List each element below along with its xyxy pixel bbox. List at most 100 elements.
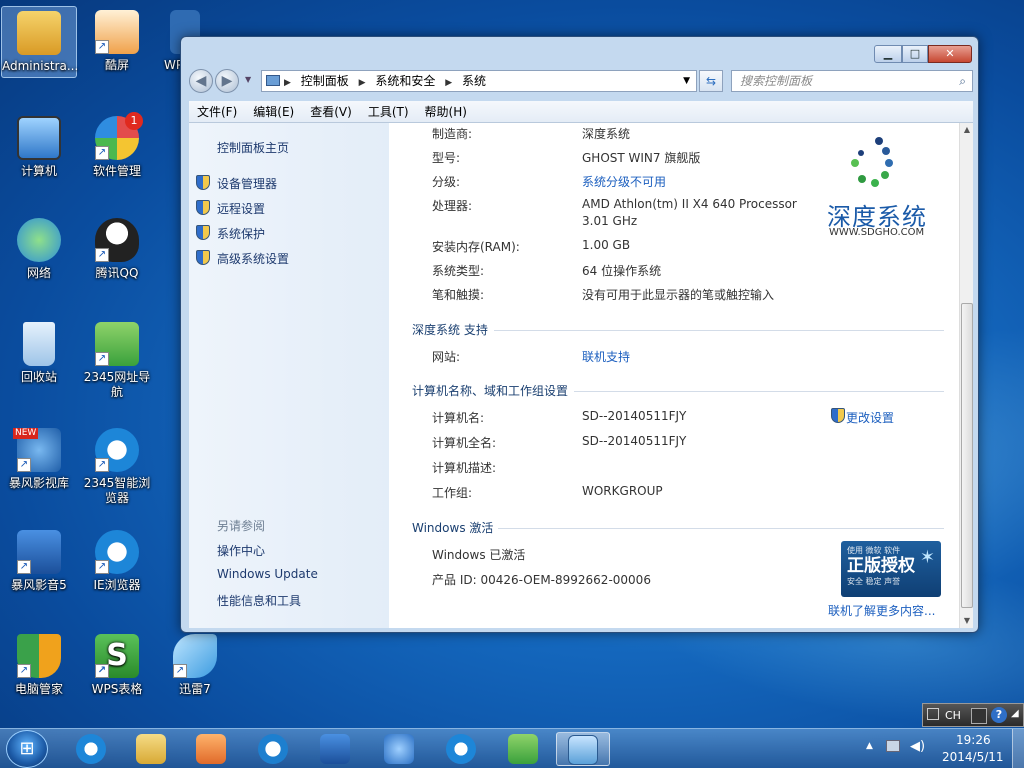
history-dropdown-icon[interactable]: ▼ [245, 75, 251, 84]
search-icon[interactable]: ⌕ [959, 71, 966, 91]
desktop-icon-qq[interactable]: ↗ 腾讯QQ [79, 214, 155, 281]
clock-time[interactable]: 19:26 [956, 733, 991, 747]
ie-browser-icon: ↗ [95, 428, 139, 472]
desktop-icon-administrator[interactable]: Administra... [1, 6, 78, 78]
maximize-button[interactable]: □ [902, 45, 928, 63]
divider [498, 528, 944, 529]
taskbar-app-explorer[interactable] [124, 732, 178, 766]
ime-icon[interactable] [971, 708, 987, 724]
menu-view[interactable]: 查看(V) [302, 101, 360, 123]
windows-update-link[interactable]: Windows Update [217, 567, 318, 581]
menu-file[interactable]: 文件(F) [189, 101, 245, 123]
online-support-link[interactable]: 联机支持 [582, 348, 630, 365]
breadcrumb-arrow-icon[interactable]: ▶ [359, 78, 366, 88]
activation-status: Windows 已激活 [432, 548, 526, 562]
back-button[interactable]: ◀ [189, 69, 213, 93]
system-tray: ▲ ◀) 19:26 2014/5/11 [866, 729, 1024, 768]
vertical-scrollbar[interactable]: ▲ ▼ [959, 123, 973, 628]
start-button[interactable]: ⊞ [6, 730, 48, 768]
taskbar-app-ie2[interactable] [434, 732, 488, 766]
tray-expand-icon[interactable]: ▲ [866, 741, 873, 751]
ram-label: 安装内存(RAM): [432, 240, 520, 254]
desktop-icon-network[interactable]: 网络 [1, 214, 77, 281]
device-manager-link[interactable]: 设备管理器 [217, 175, 277, 192]
volume-icon[interactable]: ◀) [910, 739, 925, 754]
network-error-icon[interactable] [886, 740, 900, 752]
content-area: 控制面板主页 设备管理器 远程设置 系统保护 高级系统设置 另请参阅 操作中心 … [189, 123, 973, 628]
minimize-button[interactable]: ▁ [874, 45, 902, 63]
scroll-down-icon[interactable]: ▼ [960, 614, 973, 628]
baofeng-library-icon: NEW ↗ [13, 428, 61, 472]
search-placeholder: 搜索控制面板 [740, 74, 813, 88]
show-desktop-button[interactable] [1012, 729, 1024, 768]
desktop-icon-2345-nav[interactable]: ↗ 2345网址导航 [79, 318, 155, 400]
clock-date[interactable]: 2014/5/11 [942, 750, 1004, 764]
desktop-icon-wps-sheet[interactable]: S ↗ WPS表格 [79, 630, 155, 697]
breadcrumb-arrow-icon[interactable]: ▶ [284, 78, 291, 88]
2345-nav-icon: ↗ [95, 322, 139, 366]
address-dropdown-icon[interactable]: ▼ [683, 71, 690, 91]
breadcrumb-control-panel[interactable]: 控制面板 [301, 74, 349, 88]
desktop-icon-baofeng-library[interactable]: NEW ↗ 暴风影视库 [1, 424, 77, 491]
minimize-langbar-icon[interactable]: ◢ [1011, 708, 1019, 719]
desktop-icon-recycle-bin[interactable]: 回收站 [1, 318, 77, 385]
learn-more-link[interactable]: 联机了解更多内容... [828, 602, 935, 619]
help-icon[interactable]: ? [991, 707, 1007, 723]
wps-sheet-icon: S ↗ [95, 634, 139, 678]
processor-value: AMD Athlon(tm) II X4 640 Processor [582, 197, 797, 211]
scroll-thumb[interactable] [961, 303, 973, 608]
action-center-link[interactable]: 操作中心 [217, 542, 265, 559]
media-player-icon [196, 734, 226, 764]
remote-settings-link[interactable]: 远程设置 [217, 200, 265, 217]
support-section-heading: 深度系统 支持 [412, 321, 944, 338]
breadcrumb-system-security[interactable]: 系统和安全 [375, 74, 435, 88]
desktop-icon-baofeng5[interactable]: ↗ 暴风影音5 [1, 526, 77, 593]
full-name-label: 计算机全名: [432, 436, 497, 450]
shortcut-arrow-icon: ↗ [95, 40, 109, 54]
desktop-icon-label: 软件管理 [92, 164, 141, 178]
desktop-icon-pc-manager[interactable]: ↗ 电脑管家 [1, 630, 77, 697]
search-input[interactable]: 搜索控制面板 ⌕ [731, 70, 973, 92]
performance-info-link[interactable]: 性能信息和工具 [217, 592, 301, 609]
divider [494, 330, 944, 331]
desktop-icon-ie[interactable]: ↗ IE浏览器 [79, 526, 155, 593]
breadcrumb-arrow-icon[interactable]: ▶ [445, 78, 452, 88]
title-bar[interactable]: ▁ □ ✕ [181, 37, 978, 65]
manufacturer-label: 制造商: [432, 127, 473, 141]
advanced-settings-link[interactable]: 高级系统设置 [217, 250, 289, 267]
close-button[interactable]: ✕ [928, 45, 972, 63]
taskbar-app-kuaibo[interactable] [246, 732, 300, 766]
change-settings-link[interactable]: 更改设置 [846, 409, 894, 426]
menu-tools[interactable]: 工具(T) [360, 101, 417, 123]
language-indicator[interactable]: CH [945, 709, 961, 722]
taskbar-app-baofeng[interactable] [308, 732, 362, 766]
rating-link[interactable]: 系统分级不可用 [582, 173, 666, 190]
breadcrumb-system[interactable]: 系统 [462, 74, 486, 88]
control-panel-home-link[interactable]: 控制面板主页 [217, 139, 289, 156]
system-protection-link[interactable]: 系统保护 [217, 225, 265, 242]
forward-button[interactable]: ▶ [215, 69, 239, 93]
taskbar-app-control-panel[interactable] [556, 732, 610, 766]
refresh-button[interactable]: ⇆ [699, 70, 723, 92]
language-bar[interactable]: CH ? ◢ [922, 703, 1024, 727]
menu-help[interactable]: 帮助(H) [417, 101, 475, 123]
ie-icon [446, 734, 476, 764]
workgroup-label: 工作组: [432, 486, 473, 500]
taskbar-app-media[interactable] [184, 732, 238, 766]
desktop-icon-software-manager[interactable]: 1 ↗ 软件管理 [79, 112, 155, 179]
address-bar[interactable]: ▶ 控制面板 ▶ 系统和安全 ▶ 系统 ▼ [261, 70, 697, 92]
menu-edit[interactable]: 编辑(E) [245, 101, 302, 123]
computer-section-heading: 计算机名称、域和工作组设置 [412, 382, 944, 399]
taskbar-app-ie[interactable] [64, 732, 118, 766]
pc-manager-shield-icon: ↗ [17, 634, 61, 678]
uac-shield-icon [196, 200, 210, 215]
thunder-bird-icon: ↗ [173, 634, 217, 678]
desktop-icon-thunder[interactable]: ↗ 迅雷7 [157, 630, 233, 697]
taskbar-app-2345[interactable] [496, 732, 550, 766]
genuine-badge[interactable]: 使用 微软 软件 正版授权 安全 稳定 声誉 ✶ [841, 541, 941, 597]
taskbar-app-baofeng-box[interactable] [372, 732, 426, 766]
desktop-icon-2345-browser[interactable]: ↗ 2345智能浏览器 [79, 424, 155, 506]
desktop-icon-computer[interactable]: 计算机 [1, 112, 77, 179]
scroll-up-icon[interactable]: ▲ [960, 123, 973, 137]
desktop-icon-kuping[interactable]: ↗ 酷屏 [79, 6, 155, 73]
